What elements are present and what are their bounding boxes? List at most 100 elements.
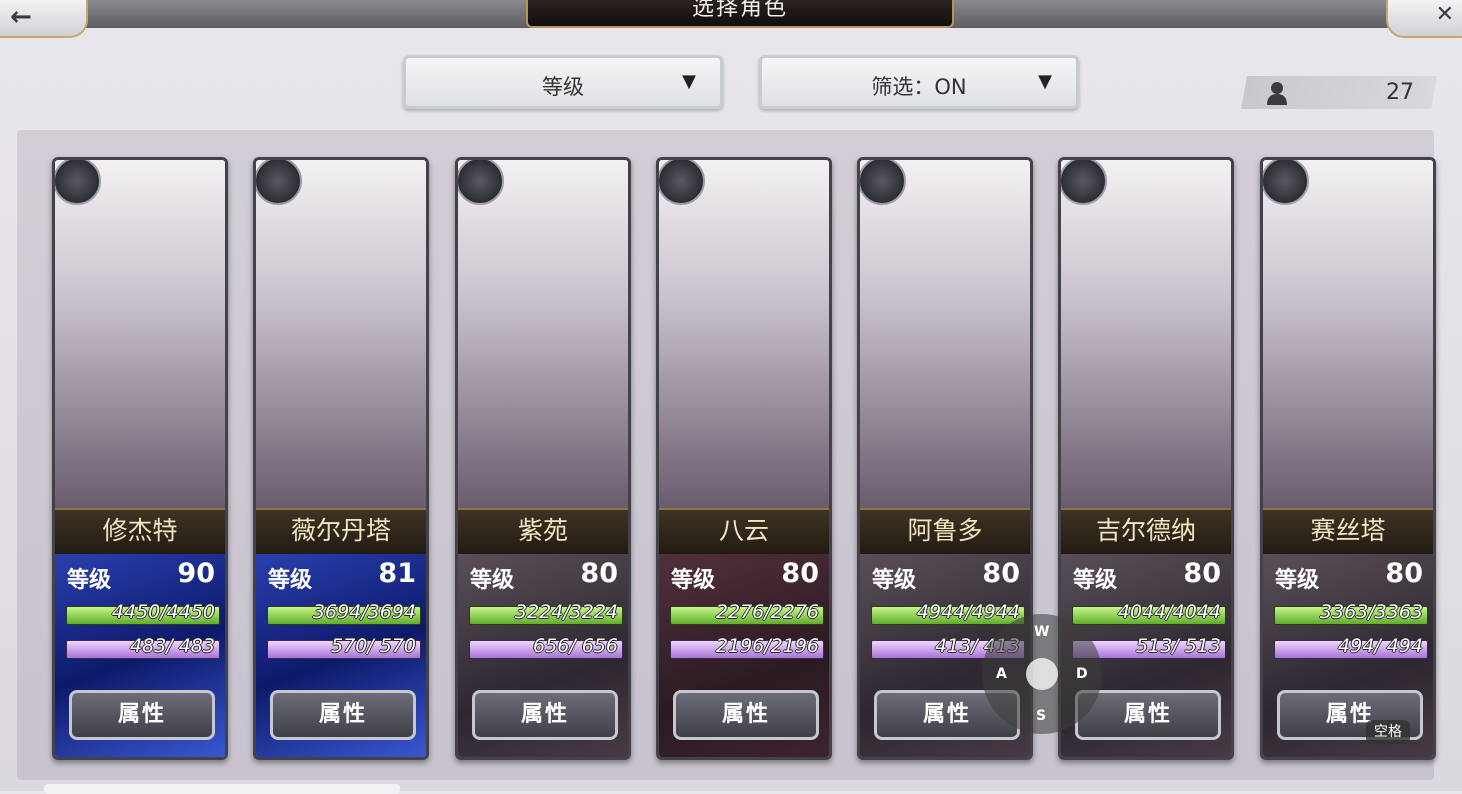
space-key[interactable]: 空格 — [1366, 720, 1410, 744]
character-card[interactable]: 薇尔丹塔 等级 81 3694/3694 570/ 570 属性 — [253, 157, 429, 760]
attributes-button[interactable]: 属性 — [69, 690, 215, 740]
hp-value: 4450/4450 — [111, 601, 215, 623]
attributes-button-label: 属性 — [520, 702, 569, 727]
level-value: 80 — [1183, 558, 1221, 589]
level-label: 等级 — [268, 568, 313, 593]
sword-icon — [256, 160, 302, 205]
mp-bar: 2196/2196 — [670, 635, 824, 659]
hp-value: 3694/3694 — [312, 601, 416, 623]
character-stats: 等级 80 2276/2276 2196/2196 属性 — [659, 554, 829, 757]
character-portrait — [1061, 160, 1231, 508]
character-stats: 等级 81 3694/3694 570/ 570 属性 — [256, 554, 426, 757]
character-name: 修杰特 — [102, 516, 178, 545]
character-name-bar: 赛丝塔 — [1263, 508, 1433, 556]
back-button[interactable]: ← — [0, 0, 88, 38]
attributes-button-label: 属性 — [721, 702, 770, 727]
key-w[interactable]: W — [1034, 624, 1049, 640]
hp-value: 2276/2276 — [715, 601, 819, 623]
sword-icon — [860, 160, 906, 205]
character-portrait — [659, 160, 829, 508]
character-portrait — [458, 160, 628, 508]
sword-icon — [1061, 160, 1107, 205]
character-name-bar: 阿鲁多 — [860, 508, 1030, 556]
attributes-button-label: 属性 — [318, 702, 367, 727]
character-count-value: 27 — [1386, 80, 1414, 105]
close-button[interactable]: ✕ — [1386, 0, 1462, 38]
level-value: 80 — [781, 558, 819, 589]
sort-dropdown[interactable]: 等级 ▼ — [403, 55, 723, 109]
hp-bar: 3224/3224 — [469, 601, 623, 625]
filter-dropdown-value: 筛选：ON — [871, 75, 967, 99]
wasd-control-pad[interactable]: W A D S — [982, 614, 1102, 734]
sword-icon — [1263, 160, 1309, 205]
character-portrait — [256, 160, 426, 508]
key-a[interactable]: A — [996, 666, 1007, 682]
attributes-button-label: 属性 — [922, 702, 971, 727]
character-card[interactable]: 赛丝塔 等级 80 3363/3363 494/ 494 属性 — [1260, 157, 1436, 760]
level-label: 等级 — [872, 568, 917, 593]
attributes-button-label: 属性 — [117, 702, 166, 727]
character-portrait — [55, 160, 225, 508]
character-name-bar: 薇尔丹塔 — [256, 508, 426, 556]
bottom-tab-strip — [44, 784, 400, 794]
level-label: 等级 — [67, 568, 112, 593]
mp-value: 494/ 494 — [1338, 635, 1423, 657]
mp-value: 2196/2196 — [715, 635, 819, 657]
key-s[interactable]: S — [1036, 708, 1046, 724]
character-name: 赛丝塔 — [1310, 516, 1386, 545]
close-icon: ✕ — [1435, 2, 1454, 27]
character-card[interactable]: 紫苑 等级 80 3224/3224 656/ 656 属性 — [455, 157, 631, 760]
staff-icon — [458, 160, 504, 205]
character-stats: 等级 90 4450/4450 483/ 483 属性 — [55, 554, 225, 757]
hp-bar: 4450/4450 — [66, 601, 220, 625]
chevron-down-icon: ▼ — [1038, 71, 1052, 92]
level-value: 80 — [982, 558, 1020, 589]
arrow-left-icon: ← — [10, 2, 32, 32]
joystick-knob[interactable] — [1026, 658, 1058, 690]
key-d[interactable]: D — [1076, 666, 1088, 682]
filter-dropdown[interactable]: 筛选：ON ▼ — [759, 55, 1079, 109]
character-name: 薇尔丹塔 — [290, 516, 391, 545]
hp-bar: 3363/3363 — [1274, 601, 1428, 625]
attributes-button[interactable]: 属性 — [270, 690, 416, 740]
hp-value: 4044/4044 — [1117, 601, 1221, 623]
attributes-button[interactable]: 属性 — [673, 690, 819, 740]
hp-bar: 2276/2276 — [670, 601, 824, 625]
character-name-bar: 紫苑 — [458, 508, 628, 556]
hp-value: 3224/3224 — [514, 601, 618, 623]
character-name: 吉尔德纳 — [1095, 516, 1196, 545]
mp-bar: 656/ 656 — [469, 635, 623, 659]
character-card[interactable]: 修杰特 等级 90 4450/4450 483/ 483 属性 — [52, 157, 228, 760]
attributes-button[interactable]: 属性 — [472, 690, 618, 740]
mp-bar: 570/ 570 — [267, 635, 421, 659]
hp-bar: 4944/4944 — [871, 601, 1025, 625]
character-name: 紫苑 — [517, 516, 568, 545]
level-label: 等级 — [1073, 568, 1118, 593]
person-icon — [1267, 82, 1287, 105]
page-title: 选择角色 — [526, 0, 954, 28]
character-portrait — [1263, 160, 1433, 508]
level-value: 81 — [378, 558, 416, 589]
staff-icon — [659, 160, 705, 205]
hp-bar: 4044/4044 — [1072, 601, 1226, 625]
character-portrait — [860, 160, 1030, 508]
character-card[interactable]: 八云 等级 80 2276/2276 2196/2196 属性 — [656, 157, 832, 760]
attributes-button-label: 属性 — [1123, 702, 1172, 727]
hp-value: 3363/3363 — [1319, 601, 1423, 623]
character-stats: 等级 80 3224/3224 656/ 656 属性 — [458, 554, 628, 757]
sort-dropdown-value: 等级 — [542, 75, 584, 99]
level-value: 80 — [1385, 558, 1423, 589]
mp-value: 570/ 570 — [331, 635, 416, 657]
character-name: 八云 — [718, 516, 769, 545]
mp-value: 656/ 656 — [533, 635, 618, 657]
mp-bar: 494/ 494 — [1274, 635, 1428, 659]
chevron-down-icon: ▼ — [682, 71, 696, 92]
page-title-text: 选择角色 — [691, 0, 788, 21]
level-label: 等级 — [1275, 568, 1320, 593]
level-label: 等级 — [470, 568, 515, 593]
level-label: 等级 — [671, 568, 716, 593]
level-value: 80 — [580, 558, 618, 589]
character-name-bar: 修杰特 — [55, 508, 225, 556]
character-name-bar: 八云 — [659, 508, 829, 556]
mp-value: 483/ 483 — [130, 635, 215, 657]
